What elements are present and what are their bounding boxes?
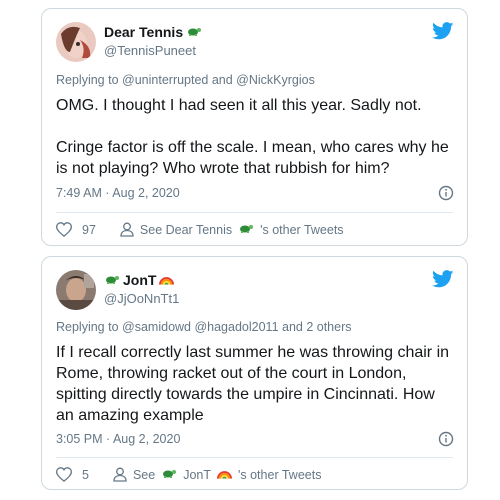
divider (56, 212, 453, 213)
heart-icon (56, 222, 72, 237)
reply-context: Replying to @samidowd @hagadol2011 and 2… (56, 320, 352, 334)
turtle-icon (238, 222, 254, 237)
divider (56, 457, 453, 458)
see-other-tweets-link[interactable]: See JonT 's other Tweets (113, 467, 322, 482)
turtle-icon (161, 467, 177, 482)
display-name-text[interactable]: JonT (123, 272, 156, 289)
display-name[interactable]: JonT (104, 272, 179, 289)
tweet-text-line: OMG. I thought I had seen it all this ye… (56, 97, 422, 114)
like-count: 5 (82, 467, 89, 482)
timestamp[interactable]: 7:49 AM · Aug 2, 2020 (56, 186, 180, 200)
twitter-bird-icon[interactable] (432, 22, 454, 40)
rainbow-icon (159, 272, 175, 289)
like-button[interactable]: 97 (56, 222, 96, 237)
turtle-icon (104, 272, 120, 289)
tweet-actions: 97 See Dear Tennis 's other Tweets (56, 222, 344, 237)
see-other-tweets-name: JonT (183, 467, 211, 482)
tweet-text-line: If I recall correctly last summer he was… (56, 344, 450, 424)
tweet-text: OMG. I thought I had seen it all this ye… (56, 95, 456, 179)
person-icon (120, 222, 134, 237)
reply-prefix: Replying to (56, 73, 119, 87)
see-other-tweets-suffix: 's other Tweets (260, 222, 344, 237)
rainbow-icon (217, 467, 232, 482)
person-icon (113, 467, 127, 482)
see-other-tweets-suffix: 's other Tweets (238, 467, 322, 482)
see-other-tweets-prefix: See Dear Tennis (139, 222, 233, 237)
heart-icon (56, 467, 72, 482)
turtle-icon (186, 24, 202, 41)
display-name-text[interactable]: Dear Tennis (104, 24, 183, 41)
handle[interactable]: @JjOoNnTt1 (104, 290, 179, 307)
reply-prefix: Replying to (56, 320, 119, 334)
tweet-card[interactable]: JonT @JjOoNnTt1 Replying to @samidowd @h… (41, 256, 468, 490)
see-other-tweets-prefix: See (132, 467, 156, 482)
timestamp[interactable]: 3:05 PM · Aug 2, 2020 (56, 432, 180, 446)
tweet-text: If I recall correctly last summer he was… (56, 342, 456, 426)
info-icon[interactable] (438, 431, 454, 447)
tweet-text-line: Cringe factor is off the scale. I mean, … (56, 139, 449, 177)
reply-mentions[interactable]: @uninterrupted and @NickKyrgios (122, 73, 315, 87)
reply-context: Replying to @uninterrupted and @NickKyrg… (56, 73, 315, 87)
like-button[interactable]: 5 (56, 467, 89, 482)
tweet-text-blank (56, 116, 456, 137)
handle[interactable]: @TennisPuneet (104, 42, 202, 59)
tweet-actions: 5 See JonT 's other Tweets (56, 467, 321, 482)
reply-mentions[interactable]: @samidowd @hagadol2011 and 2 others (122, 320, 351, 334)
twitter-bird-icon[interactable] (432, 270, 454, 288)
avatar[interactable] (56, 270, 96, 310)
like-count: 97 (82, 222, 96, 237)
see-other-tweets-link[interactable]: See Dear Tennis 's other Tweets (120, 222, 344, 237)
display-name[interactable]: Dear Tennis (104, 24, 202, 41)
info-icon[interactable] (438, 185, 454, 201)
avatar[interactable] (56, 22, 96, 62)
tweet-card[interactable]: Dear Tennis @TennisPuneet Replying to @u… (41, 8, 468, 246)
